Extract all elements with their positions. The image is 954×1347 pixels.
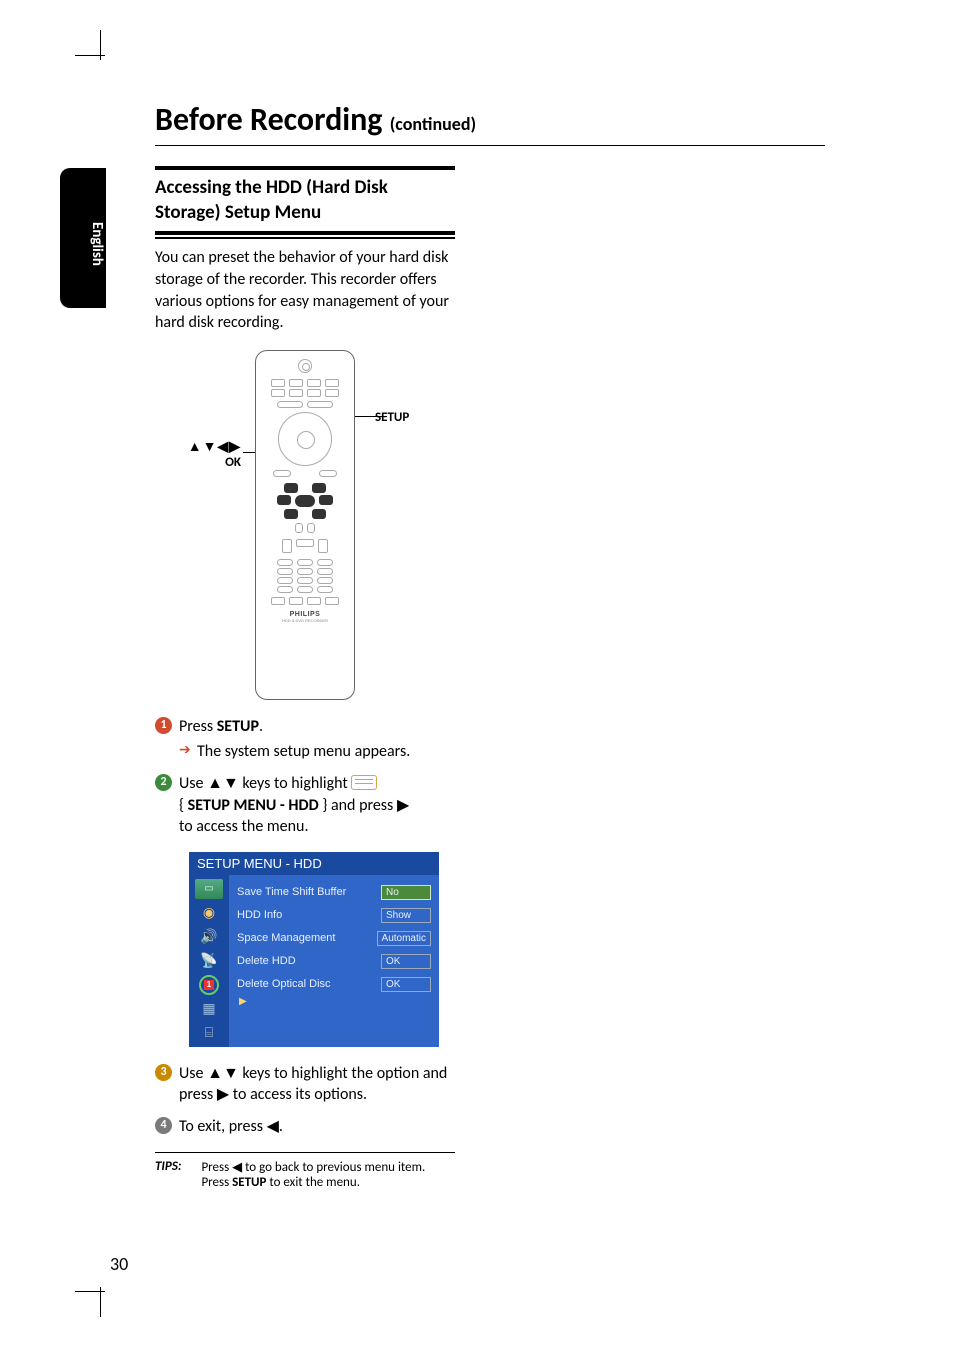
updown-keys-icon: ▲▼ xyxy=(207,775,239,792)
arrow-keys-label: ▲▼◀▶ xyxy=(155,438,241,455)
menu-row: HDD Info Show xyxy=(235,904,433,927)
menu-row-value: Automatic xyxy=(377,931,431,946)
menu-row-label: Delete HDD xyxy=(237,955,296,967)
language-tab: English xyxy=(60,168,106,308)
crop-mark xyxy=(75,1291,105,1292)
steps-list: 1 Press SETUP. The system setup menu app… xyxy=(155,716,455,838)
menu-row-value: OK xyxy=(381,954,431,969)
callout-ok: ▲▼◀▶ OK xyxy=(155,438,241,470)
menu-pointer-icon: ▶ xyxy=(235,996,433,1007)
left-arrow-icon: ◀ xyxy=(232,1159,242,1174)
menu-name: SETUP MENU - HDD xyxy=(188,796,319,815)
remote-buttons: PHILIPS HDD & DVD RECORDER xyxy=(256,359,354,623)
updown-keys-icon: ▲▼ xyxy=(207,1065,239,1082)
step-result: The system setup menu appears. xyxy=(179,741,455,763)
right-arrow-icon: ▶ xyxy=(397,797,409,814)
menu-screenshot: SETUP MENU - HDD ▭ ◉ 🔊 📡 1 ▦ ⌸ Save Time… xyxy=(189,852,439,1047)
menu-title: SETUP MENU - HDD xyxy=(189,852,439,875)
step-2: 2 Use ▲▼ keys to highlight { SETUP MENU … xyxy=(155,773,455,838)
menu-row-value: OK xyxy=(381,977,431,992)
menu-row-value: Show xyxy=(381,908,431,923)
tray-icon: ⌸ xyxy=(195,1023,223,1043)
rule xyxy=(155,166,455,170)
left-arrow-icon: ◀ xyxy=(267,1118,279,1135)
menu-row-label: HDD Info xyxy=(237,909,282,921)
tips-body: Press ◀ to go back to previous menu item… xyxy=(201,1159,425,1190)
ok-label: OK xyxy=(155,455,241,470)
remote-figure: ▲▼◀▶ OK SETUP xyxy=(155,350,455,700)
brand-label: PHILIPS xyxy=(256,611,354,618)
menu-row-value: No xyxy=(381,885,431,900)
remote-outline: PHILIPS HDD & DVD RECORDER xyxy=(255,350,355,700)
title-main: Before Recording xyxy=(155,100,382,139)
intro-paragraph: You can preset the behavior of your hard… xyxy=(155,247,455,333)
page-title: Before Recording (continued) xyxy=(155,100,825,146)
tv-icon: ▭ xyxy=(195,879,223,899)
title-continued: (continued) xyxy=(390,113,476,135)
setup-keyword: SETUP xyxy=(217,717,259,736)
menu-sidebar-icons: ▭ ◉ 🔊 📡 1 ▦ ⌸ xyxy=(189,875,229,1047)
sound-icon: 🔊 xyxy=(195,927,223,947)
hdd-icon xyxy=(351,775,377,790)
rule xyxy=(155,237,455,239)
page-number: 30 xyxy=(110,1253,128,1275)
crop-mark xyxy=(75,55,105,56)
menu-row-label: Save Time Shift Buffer xyxy=(237,886,346,898)
tips-box: TIPS: Press ◀ to go back to previous men… xyxy=(155,1152,455,1190)
step-number-icon: 2 xyxy=(155,774,172,791)
satellite-icon: 📡 xyxy=(195,951,223,971)
step-number-icon: 4 xyxy=(155,1117,172,1134)
brand-sublabel: HDD & DVD RECORDER xyxy=(256,618,354,623)
menu-row: Space Management Automatic xyxy=(235,927,433,950)
step-number-icon: 3 xyxy=(155,1064,172,1081)
menu-row-label: Delete Optical Disc xyxy=(237,978,331,990)
left-column: Accessing the HDD (Hard Disk Storage) Se… xyxy=(155,166,455,1190)
section-heading: Accessing the HDD (Hard Disk Storage) Se… xyxy=(155,176,455,225)
rule xyxy=(155,231,455,235)
calendar-icon: ▦ xyxy=(195,999,223,1019)
hdd-menu-icon: 1 xyxy=(195,975,223,995)
menu-rows: Save Time Shift Buffer No HDD Info Show … xyxy=(229,875,439,1047)
step-text: Press xyxy=(179,717,217,736)
step-3: 3 Use ▲▼ keys to highlight the option an… xyxy=(155,1063,455,1106)
dpad-icon xyxy=(278,412,332,466)
menu-row: Delete Optical Disc OK xyxy=(235,973,433,996)
menu-row: Save Time Shift Buffer No xyxy=(235,881,433,904)
menu-row: Delete HDD OK xyxy=(235,950,433,973)
step-number-icon: 1 xyxy=(155,717,172,734)
menu-row-label: Space Management xyxy=(237,932,335,944)
tips-label: TIPS: xyxy=(155,1159,181,1190)
page-content: Before Recording (continued) Accessing t… xyxy=(155,100,825,1190)
step-1: 1 Press SETUP. The system setup menu app… xyxy=(155,716,455,763)
power-icon xyxy=(298,359,312,373)
steps-list-cont: 3 Use ▲▼ keys to highlight the option an… xyxy=(155,1063,455,1138)
disc-icon: ◉ xyxy=(195,903,223,923)
right-arrow-icon: ▶ xyxy=(217,1086,229,1103)
callout-setup: SETUP xyxy=(375,410,455,425)
setup-keyword: SETUP xyxy=(232,1175,266,1190)
step-4: 4 To exit, press ◀. xyxy=(155,1116,455,1138)
